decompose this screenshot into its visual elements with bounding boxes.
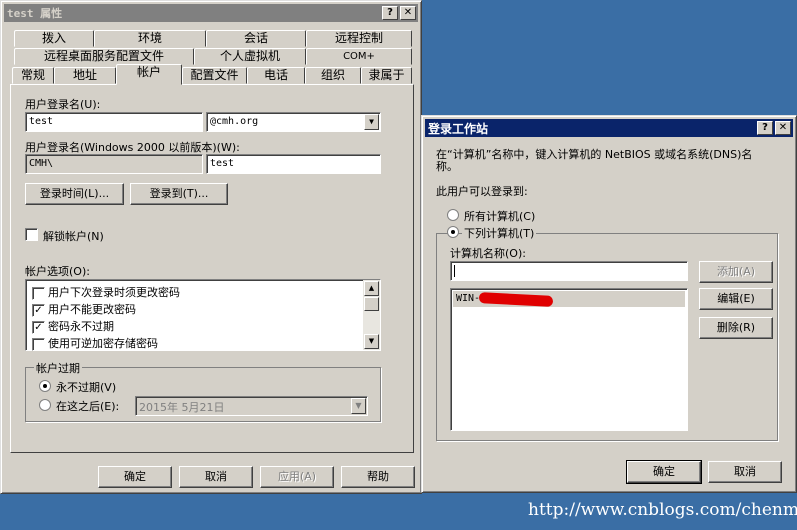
tab-sessions[interactable]: 会话 (206, 30, 306, 47)
remove-button[interactable]: 删除(R) (699, 317, 773, 339)
unlock-account-checkbox[interactable] (25, 228, 38, 241)
tab-telephones[interactable]: 电话 (247, 67, 305, 84)
account-expires-title: 帐户过期 (34, 360, 82, 376)
logon-dialog-title: 登录工作站 (428, 121, 489, 136)
ok-button[interactable]: 确定 (626, 460, 702, 484)
following-computers-radio[interactable] (447, 226, 459, 238)
expiry-date-value: 2015年 5月21日 (139, 401, 225, 414)
option-checkbox-checked[interactable]: ✓ (32, 320, 45, 334)
close-icon[interactable]: ✕ (400, 6, 416, 20)
logon-description: 在“计算机”名称中，键入计算机的 NetBIOS 或域名系统(DNS)名称。 (436, 148, 753, 173)
edit-button[interactable]: 编辑(E) (699, 288, 773, 310)
scroll-down-icon[interactable]: ▼ (364, 334, 379, 349)
option-label: 密码永不过期 (48, 320, 114, 333)
computer-name-input[interactable] (450, 261, 688, 281)
scroll-thumb[interactable] (364, 297, 379, 311)
domain-select[interactable]: @cmh.org ▼ (206, 112, 381, 132)
never-label: 永不过期(V) (56, 381, 117, 394)
option-checkbox-checked[interactable]: ✓ (32, 303, 45, 317)
pre2000-label: 用户登录名(Windows 2000 以前版本)(W): (25, 141, 240, 154)
tab-dial-in[interactable]: 拨入 (14, 30, 94, 47)
text-cursor (454, 265, 455, 277)
tab-environment[interactable]: 环境 (94, 30, 206, 47)
account-options-list[interactable]: 用户下次登录时须更改密码 ✓ 用户不能更改密码 ✓ 密码永不过期 使用可逆加密存储密… (25, 279, 381, 351)
close-icon[interactable]: ✕ (775, 121, 791, 135)
tab-general[interactable]: 常规 (12, 67, 54, 84)
tab-account[interactable]: 帐户 (116, 64, 182, 85)
chevron-down-icon[interactable]: ▼ (364, 114, 379, 130)
option-checkbox[interactable] (32, 337, 45, 351)
properties-window: test 属性 ? ✕ 拨入 环境 会话 远程控制 远程桌面服务配置文件 个人虚… (0, 0, 422, 494)
logon-name-input[interactable]: test (25, 112, 203, 132)
logon-dialog-titlebar[interactable]: 登录工作站 ? ✕ (425, 119, 793, 137)
tab-profile[interactable]: 配置文件 (182, 67, 247, 84)
can-log-on-label: 此用户可以登录到: (436, 185, 528, 198)
logon-to-button[interactable]: 登录到(T)... (130, 183, 228, 205)
help-icon[interactable]: ? (757, 121, 773, 135)
tab-personal-vm[interactable]: 个人虚拟机 (194, 48, 306, 65)
computer-list[interactable]: WIN- (450, 288, 688, 431)
domain-value: @cmh.org (210, 116, 259, 127)
tab-address[interactable]: 地址 (54, 67, 116, 84)
expiry-date-picker[interactable]: 2015年 5月21日 ▼ (135, 396, 368, 416)
account-options-label: 帐户选项(O): (25, 265, 90, 278)
tab-remote-control[interactable]: 远程控制 (306, 30, 412, 47)
options-scrollbar[interactable]: ▲ ▼ (363, 280, 380, 350)
cancel-button[interactable]: 取消 (708, 461, 782, 483)
logon-name-label: 用户登录名(U): (25, 98, 101, 111)
chevron-down-icon[interactable]: ▼ (351, 398, 366, 414)
computer-name-label: 计算机名称(O): (450, 247, 526, 260)
ok-button[interactable]: 确定 (98, 466, 172, 488)
list-item[interactable]: 用户下次登录时须更改密码 (32, 284, 180, 300)
properties-titlebar[interactable]: test 属性 ? ✕ (4, 4, 418, 22)
cancel-button[interactable]: 取消 (179, 466, 253, 488)
never-radio[interactable] (39, 380, 51, 392)
tab-member-of[interactable]: 隶属于 (361, 67, 412, 84)
unlock-account-label: 解锁帐户(N) (43, 230, 104, 243)
end-of-label: 在这之后(E): (56, 400, 120, 413)
option-label: 使用可逆加密存储密码 (48, 337, 158, 350)
option-label: 用户不能更改密码 (48, 303, 136, 316)
tab-organization[interactable]: 组织 (305, 67, 361, 84)
end-of-radio[interactable] (39, 399, 51, 411)
properties-title: test 属性 (7, 7, 63, 20)
option-label: 用户下次登录时须更改密码 (48, 286, 180, 299)
option-checkbox[interactable] (32, 286, 45, 300)
scroll-up-icon[interactable]: ▲ (364, 281, 379, 296)
tab-com-plus[interactable]: COM+ (306, 48, 412, 65)
list-item[interactable]: ✓ 用户不能更改密码 (32, 301, 136, 317)
tab-rds-profile[interactable]: 远程桌面服务配置文件 (14, 48, 194, 65)
apply-button: 应用(A) (260, 466, 334, 488)
blog-watermark: http://www.cnblogs.com/chenmh/ (528, 500, 797, 520)
following-computers-label: 下列计算机(T) (462, 225, 537, 241)
logon-workstations-dialog: 登录工作站 ? ✕ 在“计算机”名称中，键入计算机的 NetBIOS 或域名系统… (421, 115, 797, 493)
all-computers-label: 所有计算机(C) (464, 210, 536, 223)
pre2000-name-input[interactable]: test (206, 154, 381, 174)
help-icon[interactable]: ? (382, 6, 398, 20)
help-button[interactable]: 帮助 (341, 466, 415, 488)
list-item[interactable]: 使用可逆加密存储密码 (32, 335, 158, 351)
computer-name: WIN- (456, 293, 481, 304)
list-item[interactable]: ✓ 密码永不过期 (32, 318, 114, 334)
add-button: 添加(A) (699, 261, 773, 283)
logon-hours-button[interactable]: 登录时间(L)... (25, 183, 124, 205)
pre2000-domain-field: CMH\ (25, 154, 203, 174)
all-computers-radio[interactable] (447, 209, 459, 221)
